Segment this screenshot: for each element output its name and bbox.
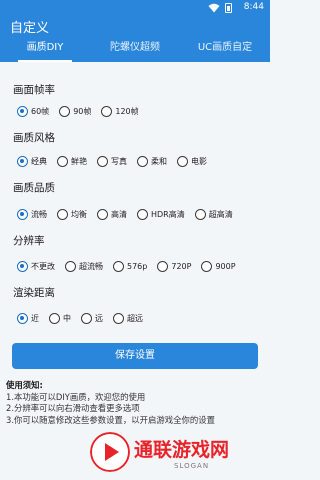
- quality-option[interactable]: 流畅: [17, 208, 47, 220]
- radio-button[interactable]: [59, 105, 71, 117]
- option-label: HDR高清: [151, 209, 185, 219]
- option-label: 576p: [127, 261, 148, 271]
- option-label: 不更改: [31, 261, 55, 271]
- style-section-title: 画质风格: [13, 132, 55, 144]
- notes-line: 1.本功能可以DIY画质，欢迎您的使用: [6, 391, 146, 402]
- option-label: 超流畅: [79, 261, 103, 271]
- battery-icon: [225, 3, 232, 13]
- option-label: 90帧: [73, 106, 92, 116]
- option-label: 经典: [31, 156, 47, 166]
- style-option[interactable]: 电影: [177, 155, 207, 167]
- quality-section-title: 画质品质: [13, 182, 55, 194]
- option-label: 流畅: [31, 209, 47, 219]
- option-label: 120帧: [115, 106, 139, 116]
- app-bar: 自定义: [0, 16, 270, 38]
- resolution-options: 不更改 超流畅 576p 720P 900P: [17, 258, 266, 274]
- radio-button[interactable]: [113, 260, 124, 272]
- style-option[interactable]: 鲜艳: [57, 155, 87, 167]
- distance-option[interactable]: 超远: [113, 312, 143, 324]
- option-label: 高清: [111, 209, 127, 219]
- resolution-option[interactable]: 576p: [113, 260, 148, 272]
- radio-button[interactable]: [17, 208, 28, 220]
- radio-button[interactable]: [97, 155, 108, 167]
- status-time: 8:44: [243, 2, 264, 12]
- resolution-option[interactable]: 超流畅: [65, 260, 103, 272]
- option-label: 远: [95, 313, 103, 323]
- fps-option[interactable]: 120帧: [101, 105, 139, 117]
- status-bar: 8:44: [0, 0, 270, 16]
- resolution-option[interactable]: 不更改: [17, 260, 55, 272]
- radio-button[interactable]: [137, 208, 148, 220]
- distance-option[interactable]: 中: [49, 312, 71, 324]
- tab-diy[interactable]: 画质DIY: [0, 38, 90, 62]
- radio-button[interactable]: [157, 260, 169, 272]
- distance-option[interactable]: 近: [17, 312, 39, 324]
- style-option[interactable]: 柔和: [137, 155, 167, 167]
- distance-options: 近 中 远 超远: [17, 310, 266, 326]
- radio-button[interactable]: [49, 312, 60, 324]
- radio-button[interactable]: [17, 105, 28, 117]
- tab-gyroscope[interactable]: 陀螺仪超频: [90, 38, 180, 62]
- radio-button[interactable]: [17, 312, 28, 324]
- usage-notes: 使用须知: 1.本功能可以DIY画质，欢迎您的使用 2.分辨率可以向右滑动查看更…: [6, 380, 264, 426]
- fps-option[interactable]: 90帧: [59, 105, 92, 117]
- style-option[interactable]: 经典: [17, 155, 47, 167]
- option-label: 写真: [111, 156, 127, 166]
- radio-button[interactable]: [101, 105, 113, 117]
- option-label: 900P: [215, 261, 236, 271]
- option-label: 鲜艳: [71, 156, 87, 166]
- option-label: 中: [63, 313, 71, 323]
- option-label: 60帧: [31, 106, 50, 116]
- wifi-icon: [208, 3, 220, 13]
- radio-button[interactable]: [97, 208, 108, 220]
- radio-button[interactable]: [81, 312, 92, 324]
- option-label: 柔和: [151, 156, 167, 166]
- site-watermark: 通联游戏网 SLOGAN: [90, 432, 266, 478]
- notes-line: 2.分辨率可以向右滑动查看更多选项: [6, 403, 140, 413]
- option-label: 电影: [191, 156, 207, 166]
- style-options: 经典 鲜艳 写真 柔和 电影: [17, 153, 266, 169]
- option-label: 720P: [171, 261, 192, 271]
- radio-button[interactable]: [57, 208, 68, 220]
- option-label: 近: [31, 313, 39, 323]
- tab-uc-quality[interactable]: UC画质自定: [180, 38, 270, 62]
- quality-options: 流畅 均衡 高清 HDR高清 超高清: [17, 206, 266, 222]
- resolution-option[interactable]: 720P: [157, 260, 192, 272]
- radio-button[interactable]: [65, 260, 76, 272]
- radio-button[interactable]: [201, 260, 213, 272]
- quality-option[interactable]: HDR高清: [137, 208, 185, 220]
- save-settings-button[interactable]: 保存设置: [12, 343, 258, 369]
- watermark-slogan: SLOGAN: [174, 462, 210, 470]
- radio-button[interactable]: [194, 208, 206, 220]
- radio-button[interactable]: [177, 155, 188, 167]
- quality-option[interactable]: 均衡: [57, 208, 87, 220]
- resolution-section-title: 分辨率: [13, 235, 45, 247]
- tab-bar: 画质DIY 陀螺仪超频 UC画质自定: [0, 38, 270, 62]
- radio-button[interactable]: [57, 155, 68, 167]
- style-option[interactable]: 写真: [97, 155, 127, 167]
- radio-button[interactable]: [17, 155, 28, 167]
- quality-option[interactable]: 高清: [97, 208, 127, 220]
- notes-line: 3.你可以随意修改这些参数设置，以开启游戏全你的设置: [6, 414, 215, 425]
- option-label: 均衡: [71, 209, 87, 219]
- radio-button[interactable]: [137, 155, 148, 167]
- page-title: 自定义: [10, 21, 50, 36]
- distance-section-title: 渲染距离: [13, 287, 55, 299]
- fps-options: 60帧 90帧 120帧: [17, 103, 266, 119]
- notes-title: 使用须知:: [6, 380, 43, 390]
- play-logo-icon: [90, 432, 130, 472]
- distance-option[interactable]: 远: [81, 312, 103, 324]
- fps-section-title: 画面帧率: [13, 84, 55, 96]
- quality-option[interactable]: 超高清: [194, 208, 233, 220]
- radio-button[interactable]: [113, 312, 124, 324]
- option-label: 超高清: [208, 209, 233, 219]
- watermark-text: 通联游戏网: [134, 439, 230, 461]
- radio-button[interactable]: [17, 260, 28, 272]
- resolution-option[interactable]: 900P: [201, 260, 236, 272]
- fps-option[interactable]: 60帧: [17, 105, 50, 117]
- option-label: 超远: [127, 313, 143, 323]
